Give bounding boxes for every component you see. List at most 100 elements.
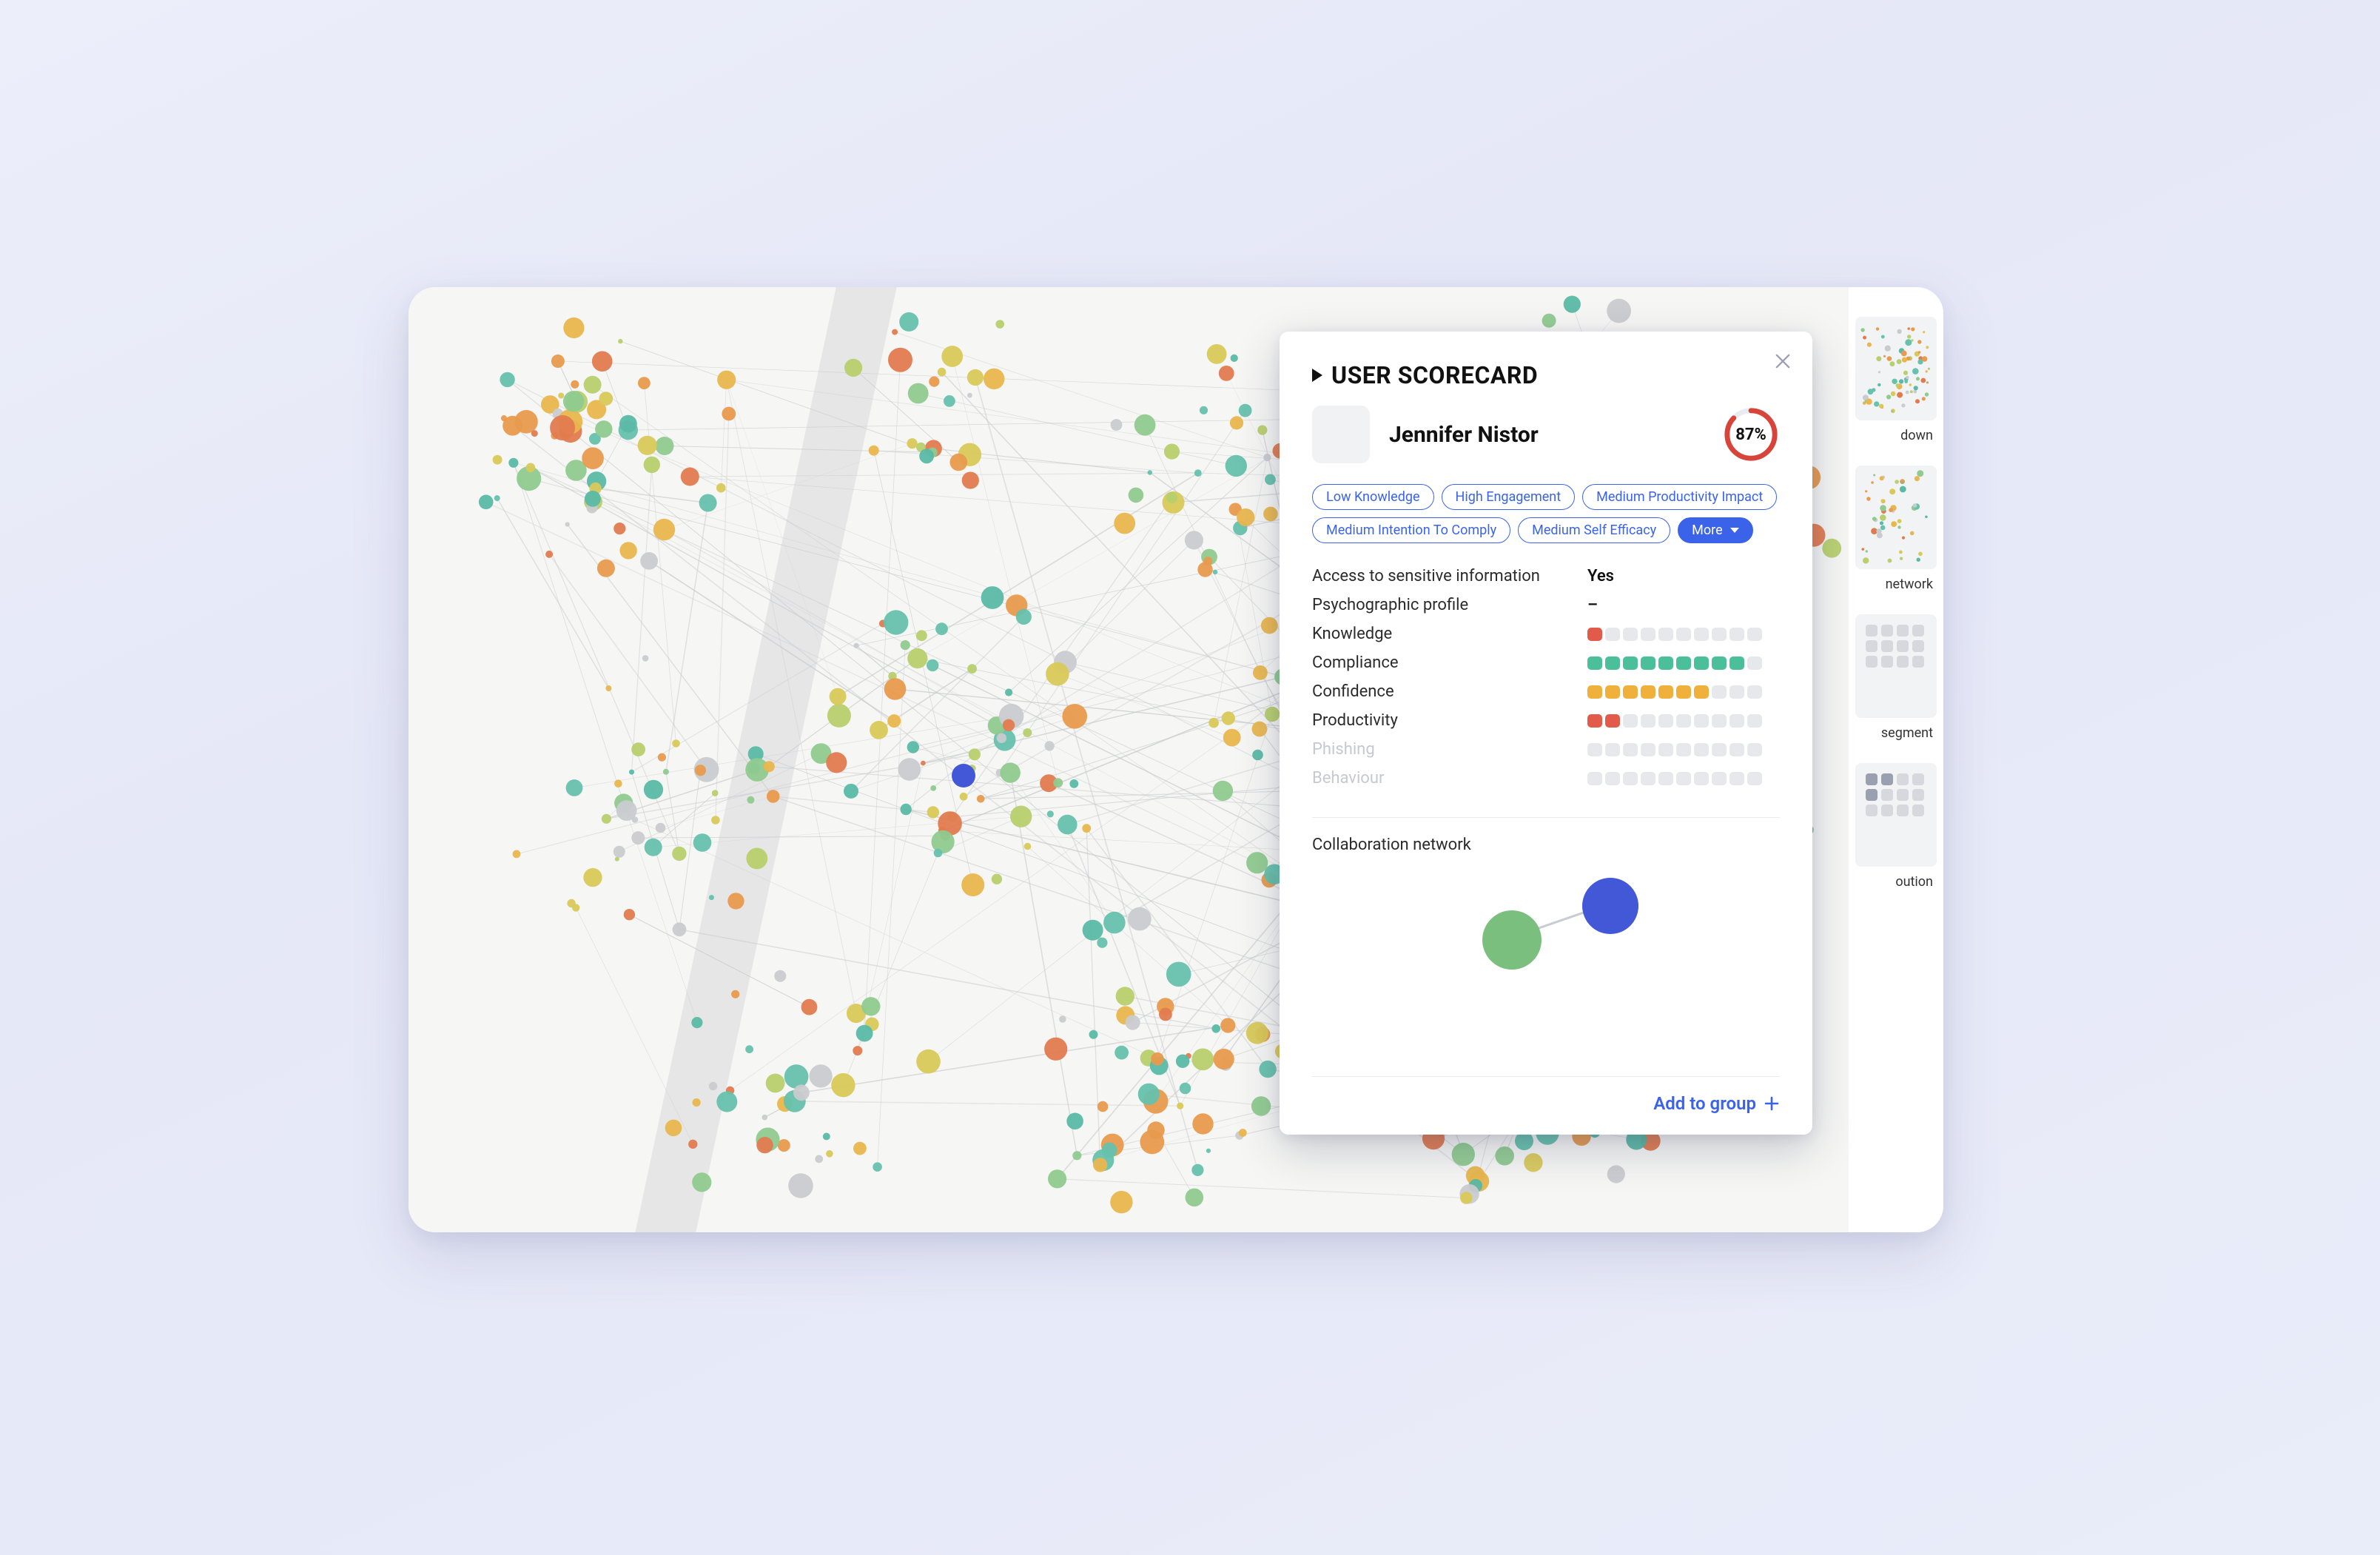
bar-segment [1641,714,1655,728]
metric-confidence-bar [1587,682,1780,701]
bar-segment [1729,743,1744,756]
thumb-4[interactable] [1855,763,1937,867]
collab-node-blue[interactable] [1582,878,1638,934]
bar-segment [1747,743,1762,756]
metric-productivity-label: Productivity [1312,711,1565,730]
metric-knowledge-label: Knowledge [1312,625,1565,643]
thumb-2-caption: network [1849,577,1933,592]
risk-score-ring: 87% [1722,406,1780,463]
bar-segment [1676,628,1691,641]
metric-compliance-label: Compliance [1312,654,1565,672]
bar-segment [1747,714,1762,728]
add-to-group-label: Add to group [1653,1093,1756,1114]
tag-row: Low Knowledge High EngagementMedium Produ… [1312,484,1780,543]
divider [1312,817,1780,818]
bar-segment [1729,685,1744,699]
metric-compliance-bar [1587,654,1780,672]
user-scorecard-card: USER SCORECARD Jennifer Nistor 87% Low K… [1280,332,1812,1135]
thumb-4-caption: oution [1849,874,1933,890]
bar-segment [1623,772,1638,785]
plus-icon [1764,1095,1780,1112]
bar-segment [1676,656,1691,670]
bar-segment [1641,656,1655,670]
tag-4[interactable]: Medium Self Efficacy [1518,517,1670,543]
bar-segment [1605,628,1620,641]
bar-segment [1712,685,1727,699]
metric-behaviour-label: Behaviour [1312,769,1565,787]
chevron-down-icon [1730,528,1739,533]
bar-segment [1729,714,1744,728]
bar-segment [1694,628,1709,641]
bar-segment [1623,685,1638,699]
tag-0[interactable]: Low Knowledge [1312,484,1434,510]
bar-segment [1623,714,1638,728]
bar-segment [1658,743,1673,756]
bar-segment [1712,714,1727,728]
bar-segment [1658,656,1673,670]
bar-segment [1587,743,1602,756]
bar-segment [1694,656,1709,670]
bar-segment [1641,628,1655,641]
right-panel: down network segment oution [1849,287,1943,1232]
collab-network-canvas[interactable] [1312,864,1780,975]
bar-segment [1694,743,1709,756]
tag-more-button[interactable]: More [1678,517,1752,543]
tag-2[interactable]: Medium Productivity Impact [1582,484,1777,510]
bar-segment [1712,628,1727,641]
tag-1[interactable]: High Engagement [1442,484,1576,510]
metric-psycho-value: – [1587,596,1780,614]
thumb-1[interactable] [1855,317,1937,420]
metric-phishing-label: Phishing [1312,740,1565,759]
bar-segment [1676,743,1691,756]
user-left: Jennifer Nistor [1312,406,1539,463]
metric-behaviour-bar [1587,769,1780,787]
metric-confidence-label: Confidence [1312,682,1565,701]
bar-segment [1676,772,1691,785]
tag-more-label: More [1692,523,1722,538]
bar-segment [1587,685,1602,699]
card-title-row: USER SCORECARD [1312,361,1780,389]
thumb-3[interactable] [1855,614,1937,718]
thumb-1-caption: down [1849,428,1933,443]
metric-psycho-label: Psychographic profile [1312,596,1565,614]
card-title: USER SCORECARD [1331,361,1538,389]
metric-access-label: Access to sensitive information [1312,567,1565,585]
bar-segment [1694,685,1709,699]
tag-3[interactable]: Medium Intention To Comply [1312,517,1510,543]
thumb-2[interactable] [1855,466,1937,569]
metric-phishing-bar [1587,740,1780,759]
bar-segment [1676,685,1691,699]
close-icon[interactable] [1772,351,1793,372]
bar-segment [1712,656,1727,670]
avatar [1312,406,1370,463]
bar-segment [1623,628,1638,641]
bar-segment [1641,685,1655,699]
bar-segment [1658,628,1673,641]
bar-segment [1658,772,1673,785]
bar-segment [1694,714,1709,728]
metrics-grid: Access to sensitive information Yes Psyc… [1312,567,1780,787]
bar-segment [1729,628,1744,641]
bar-segment [1747,772,1762,785]
bar-segment [1605,714,1620,728]
triangle-right-icon [1312,369,1322,382]
add-to-group-button[interactable]: Add to group [1653,1093,1780,1114]
bar-segment [1658,685,1673,699]
bar-segment [1587,656,1602,670]
bar-segment [1729,772,1744,785]
bar-segment [1587,772,1602,785]
bar-segment [1641,772,1655,785]
collab-node-green[interactable] [1482,910,1542,970]
bar-segment [1605,656,1620,670]
bar-segment [1712,743,1727,756]
bar-segment [1676,714,1691,728]
bar-segment [1641,743,1655,756]
bar-segment [1623,743,1638,756]
bar-segment [1605,685,1620,699]
bar-segment [1747,656,1762,670]
thumb-3-caption: segment [1849,725,1933,741]
bar-segment [1747,685,1762,699]
collab-link [1312,864,1780,975]
user-name: Jennifer Nistor [1389,422,1539,448]
bar-segment [1605,772,1620,785]
